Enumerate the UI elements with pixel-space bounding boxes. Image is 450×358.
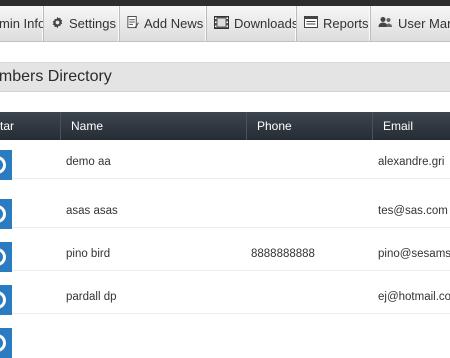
avatar <box>0 242 12 272</box>
gear-icon <box>51 16 64 32</box>
users-icon <box>378 16 393 31</box>
column-header-name[interactable]: Name <box>60 112 246 140</box>
member-phone <box>251 194 361 228</box>
member-email[interactable]: tes@sas.com <box>378 194 450 228</box>
member-name: pardall dp <box>66 291 117 303</box>
tab-label: Settings <box>69 16 116 31</box>
avatar <box>0 150 12 180</box>
member-email[interactable]: alexandre.gri <box>378 145 450 179</box>
tab-label: Reports <box>323 16 369 31</box>
tab-downloads[interactable]: Downloads <box>207 6 297 41</box>
section-header: embers Directory <box>0 62 450 92</box>
tab-label: Add News <box>144 16 204 31</box>
report-icon <box>304 16 318 31</box>
tab-user-management[interactable]: User Mana <box>371 6 450 41</box>
tab-admin-info[interactable]: min Info <box>0 6 44 41</box>
film-icon <box>214 15 229 32</box>
member-email[interactable]: ej@hotmail.co <box>378 280 450 314</box>
member-phone: 8888888888 <box>251 248 315 260</box>
avatar <box>0 328 12 358</box>
tab-reports[interactable]: Reports <box>297 6 371 41</box>
avatar <box>0 199 12 229</box>
member-name: demo aa <box>66 156 111 168</box>
main-nav: min Info Settings Add News Downloads Rep… <box>0 6 450 42</box>
member-email[interactable]: pino@sesams <box>378 237 450 271</box>
document-edit-icon <box>127 15 139 32</box>
tab-label: min Info <box>0 16 44 31</box>
table-row[interactable] <box>0 323 450 358</box>
tab-label: Downloads <box>234 16 297 31</box>
tab-label: User Mana <box>398 16 450 31</box>
avatar <box>0 285 12 315</box>
table-row[interactable]: pardall dp ej@hotmail.co <box>0 280 450 315</box>
member-name: asas asas <box>66 205 118 217</box>
member-email[interactable] <box>378 323 450 357</box>
table-header: tar Name Phone Email <box>0 112 450 140</box>
column-header-phone[interactable]: Phone <box>246 112 372 140</box>
column-header-avatar[interactable]: tar <box>0 112 60 140</box>
member-phone <box>251 280 361 314</box>
tab-add-news[interactable]: Add News <box>120 6 207 41</box>
member-phone <box>251 145 361 179</box>
member-name: pino bird <box>66 248 111 260</box>
member-phone <box>251 323 361 357</box>
column-header-email[interactable]: Email <box>372 112 450 140</box>
table-row[interactable]: pino bird 8888888888 pino@sesams <box>0 237 450 272</box>
section-title: embers Directory <box>0 68 112 85</box>
tab-settings[interactable]: Settings <box>44 6 120 41</box>
member-name <box>66 323 236 357</box>
table-row[interactable]: demo aa alexandre.gri <box>0 145 450 180</box>
table-row[interactable]: asas asas tes@sas.com <box>0 194 450 229</box>
